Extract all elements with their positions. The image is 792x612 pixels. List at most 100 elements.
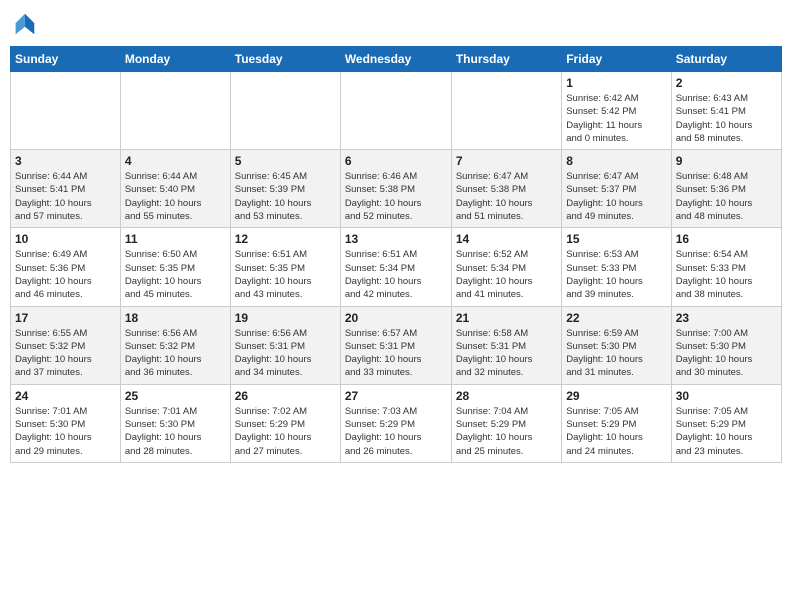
day-info: Sunrise: 6:58 AM Sunset: 5:31 PM Dayligh… <box>456 327 557 380</box>
calendar-body: 1 Sunrise: 6:42 AM Sunset: 5:42 PM Daylig… <box>11 72 782 463</box>
day-info: Sunrise: 6:52 AM Sunset: 5:34 PM Dayligh… <box>456 248 557 301</box>
day-cell: 9 Sunrise: 6:48 AM Sunset: 5:36 PM Daylig… <box>671 150 781 228</box>
weekday-header-monday: Monday <box>120 47 230 72</box>
calendar: SundayMondayTuesdayWednesdayThursdayFrid… <box>10 46 782 463</box>
day-cell: 8 Sunrise: 6:47 AM Sunset: 5:37 PM Daylig… <box>562 150 671 228</box>
logo <box>10 10 42 38</box>
day-info: Sunrise: 7:05 AM Sunset: 5:29 PM Dayligh… <box>676 405 777 458</box>
day-info: Sunrise: 6:46 AM Sunset: 5:38 PM Dayligh… <box>345 170 447 223</box>
day-cell: 4 Sunrise: 6:44 AM Sunset: 5:40 PM Daylig… <box>120 150 230 228</box>
day-cell: 25 Sunrise: 7:01 AM Sunset: 5:30 PM Dayli… <box>120 384 230 462</box>
day-cell: 21 Sunrise: 6:58 AM Sunset: 5:31 PM Dayli… <box>451 306 561 384</box>
day-cell: 12 Sunrise: 6:51 AM Sunset: 5:35 PM Dayli… <box>230 228 340 306</box>
day-cell: 20 Sunrise: 6:57 AM Sunset: 5:31 PM Dayli… <box>340 306 451 384</box>
day-cell: 2 Sunrise: 6:43 AM Sunset: 5:41 PM Daylig… <box>671 72 781 150</box>
day-cell: 26Sunrise: 7:02 AM Sunset: 5:29 PM Dayli… <box>230 384 340 462</box>
day-cell: 27Sunrise: 7:03 AM Sunset: 5:29 PM Dayli… <box>340 384 451 462</box>
week-row-3: 17Sunrise: 6:55 AM Sunset: 5:32 PM Dayli… <box>11 306 782 384</box>
day-number: 19 <box>235 311 336 325</box>
day-cell: 18 Sunrise: 6:56 AM Sunset: 5:32 PM Dayli… <box>120 306 230 384</box>
weekday-header-tuesday: Tuesday <box>230 47 340 72</box>
day-info: Sunrise: 7:03 AM Sunset: 5:29 PM Dayligh… <box>345 405 447 458</box>
day-number: 25 <box>125 389 226 403</box>
day-cell: 24Sunrise: 7:01 AM Sunset: 5:30 PM Dayli… <box>11 384 121 462</box>
week-row-4: 24Sunrise: 7:01 AM Sunset: 5:30 PM Dayli… <box>11 384 782 462</box>
day-cell: 13Sunrise: 6:51 AM Sunset: 5:34 PM Dayli… <box>340 228 451 306</box>
day-info: Sunrise: 7:04 AM Sunset: 5:29 PM Dayligh… <box>456 405 557 458</box>
day-number: 18 <box>125 311 226 325</box>
day-number: 12 <box>235 232 336 246</box>
day-info: Sunrise: 6:50 AM Sunset: 5:35 PM Dayligh… <box>125 248 226 301</box>
day-info: Sunrise: 6:49 AM Sunset: 5:36 PM Dayligh… <box>15 248 116 301</box>
day-cell: 19 Sunrise: 6:56 AM Sunset: 5:31 PM Dayli… <box>230 306 340 384</box>
day-info: Sunrise: 6:55 AM Sunset: 5:32 PM Dayligh… <box>15 327 116 380</box>
day-info: Sunrise: 6:48 AM Sunset: 5:36 PM Dayligh… <box>676 170 777 223</box>
page: SundayMondayTuesdayWednesdayThursdayFrid… <box>0 0 792 612</box>
day-cell <box>451 72 561 150</box>
day-info: Sunrise: 7:01 AM Sunset: 5:30 PM Dayligh… <box>125 405 226 458</box>
day-info: Sunrise: 6:47 AM Sunset: 5:38 PM Dayligh… <box>456 170 557 223</box>
day-number: 22 <box>566 311 666 325</box>
day-number: 13 <box>345 232 447 246</box>
day-cell: 28 Sunrise: 7:04 AM Sunset: 5:29 PM Dayli… <box>451 384 561 462</box>
day-cell: 23 Sunrise: 7:00 AM Sunset: 5:30 PM Dayli… <box>671 306 781 384</box>
day-info: Sunrise: 6:56 AM Sunset: 5:31 PM Dayligh… <box>235 327 336 380</box>
day-cell: 16Sunrise: 6:54 AM Sunset: 5:33 PM Dayli… <box>671 228 781 306</box>
day-cell: 1 Sunrise: 6:42 AM Sunset: 5:42 PM Daylig… <box>562 72 671 150</box>
day-number: 1 <box>566 76 666 90</box>
day-number: 30 <box>676 389 777 403</box>
day-number: 15 <box>566 232 666 246</box>
day-info: Sunrise: 7:00 AM Sunset: 5:30 PM Dayligh… <box>676 327 777 380</box>
logo-icon <box>10 10 38 38</box>
day-number: 29 <box>566 389 666 403</box>
day-cell: 6Sunrise: 6:46 AM Sunset: 5:38 PM Daylig… <box>340 150 451 228</box>
day-info: Sunrise: 6:43 AM Sunset: 5:41 PM Dayligh… <box>676 92 777 145</box>
day-number: 2 <box>676 76 777 90</box>
day-cell: 5Sunrise: 6:45 AM Sunset: 5:39 PM Daylig… <box>230 150 340 228</box>
weekday-header-sunday: Sunday <box>11 47 121 72</box>
day-cell <box>340 72 451 150</box>
day-number: 14 <box>456 232 557 246</box>
day-info: Sunrise: 6:57 AM Sunset: 5:31 PM Dayligh… <box>345 327 447 380</box>
weekday-row: SundayMondayTuesdayWednesdayThursdayFrid… <box>11 47 782 72</box>
day-cell: 30 Sunrise: 7:05 AM Sunset: 5:29 PM Dayli… <box>671 384 781 462</box>
day-number: 7 <box>456 154 557 168</box>
day-cell <box>11 72 121 150</box>
day-number: 20 <box>345 311 447 325</box>
header <box>10 10 782 38</box>
calendar-header: SundayMondayTuesdayWednesdayThursdayFrid… <box>11 47 782 72</box>
day-number: 11 <box>125 232 226 246</box>
day-cell: 10 Sunrise: 6:49 AM Sunset: 5:36 PM Dayli… <box>11 228 121 306</box>
day-info: Sunrise: 6:44 AM Sunset: 5:40 PM Dayligh… <box>125 170 226 223</box>
day-number: 9 <box>676 154 777 168</box>
day-number: 23 <box>676 311 777 325</box>
day-info: Sunrise: 7:05 AM Sunset: 5:29 PM Dayligh… <box>566 405 666 458</box>
day-info: Sunrise: 7:01 AM Sunset: 5:30 PM Dayligh… <box>15 405 116 458</box>
day-number: 21 <box>456 311 557 325</box>
day-info: Sunrise: 6:56 AM Sunset: 5:32 PM Dayligh… <box>125 327 226 380</box>
day-cell: 14 Sunrise: 6:52 AM Sunset: 5:34 PM Dayli… <box>451 228 561 306</box>
day-info: Sunrise: 6:51 AM Sunset: 5:35 PM Dayligh… <box>235 248 336 301</box>
week-row-0: 1 Sunrise: 6:42 AM Sunset: 5:42 PM Daylig… <box>11 72 782 150</box>
day-number: 5 <box>235 154 336 168</box>
day-info: Sunrise: 6:42 AM Sunset: 5:42 PM Dayligh… <box>566 92 666 145</box>
day-info: Sunrise: 6:59 AM Sunset: 5:30 PM Dayligh… <box>566 327 666 380</box>
day-number: 8 <box>566 154 666 168</box>
day-cell: 15 Sunrise: 6:53 AM Sunset: 5:33 PM Dayli… <box>562 228 671 306</box>
day-cell: 29 Sunrise: 7:05 AM Sunset: 5:29 PM Dayli… <box>562 384 671 462</box>
weekday-header-wednesday: Wednesday <box>340 47 451 72</box>
day-info: Sunrise: 6:54 AM Sunset: 5:33 PM Dayligh… <box>676 248 777 301</box>
day-cell: 17Sunrise: 6:55 AM Sunset: 5:32 PM Dayli… <box>11 306 121 384</box>
day-cell <box>230 72 340 150</box>
day-number: 3 <box>15 154 116 168</box>
weekday-header-thursday: Thursday <box>451 47 561 72</box>
day-number: 28 <box>456 389 557 403</box>
day-info: Sunrise: 6:44 AM Sunset: 5:41 PM Dayligh… <box>15 170 116 223</box>
day-number: 4 <box>125 154 226 168</box>
day-cell: 3 Sunrise: 6:44 AM Sunset: 5:41 PM Daylig… <box>11 150 121 228</box>
day-info: Sunrise: 6:47 AM Sunset: 5:37 PM Dayligh… <box>566 170 666 223</box>
day-info: Sunrise: 6:53 AM Sunset: 5:33 PM Dayligh… <box>566 248 666 301</box>
week-row-2: 10 Sunrise: 6:49 AM Sunset: 5:36 PM Dayli… <box>11 228 782 306</box>
day-cell: 11 Sunrise: 6:50 AM Sunset: 5:35 PM Dayli… <box>120 228 230 306</box>
day-number: 10 <box>15 232 116 246</box>
